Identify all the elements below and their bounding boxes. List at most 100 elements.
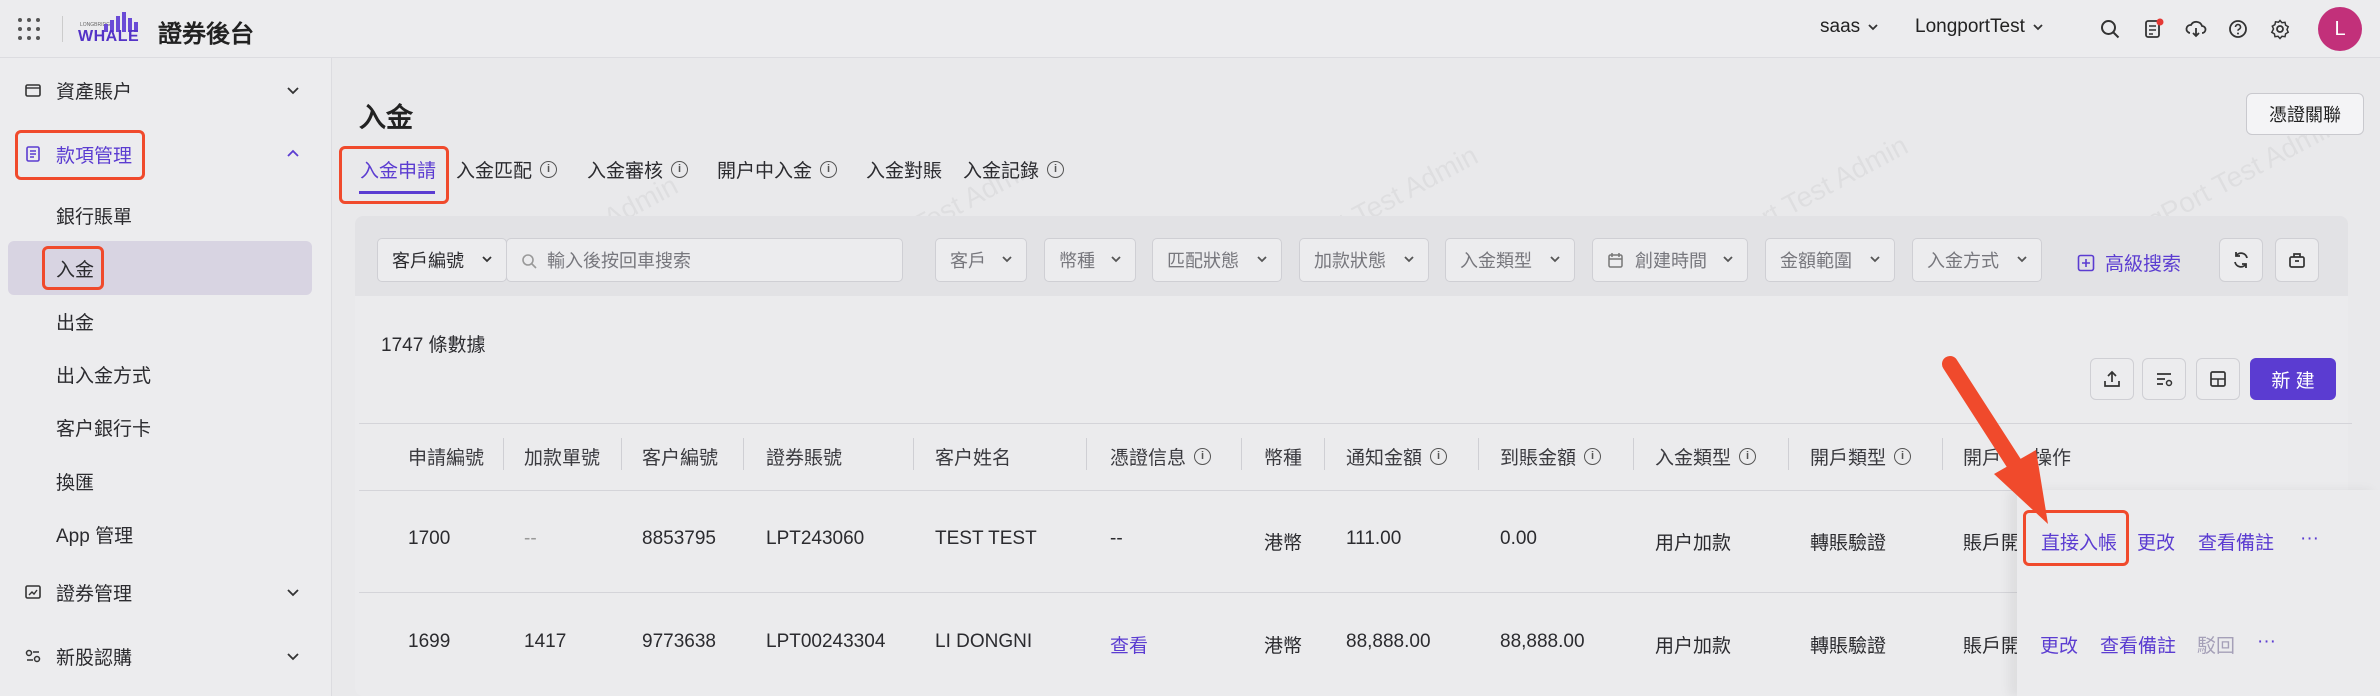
user-avatar[interactable]: L — [2318, 7, 2362, 51]
plus-square-icon — [2077, 254, 2095, 271]
column-separator — [1241, 438, 1242, 470]
info-icon: i — [1430, 448, 1448, 465]
refresh-button[interactable] — [2219, 238, 2263, 282]
settings-icon[interactable] — [2268, 17, 2292, 41]
env-select[interactable]: saas — [1820, 16, 1880, 38]
more-actions-button[interactable]: ··· — [2257, 631, 2276, 653]
filter-label: 金額範圍 — [1780, 251, 1852, 271]
info-icon: i — [820, 161, 838, 178]
column-settings-button[interactable] — [2142, 358, 2186, 400]
tab-deposit-match[interactable]: 入金匹配 i — [456, 156, 558, 183]
filter-match-status[interactable]: 匹配狀態 — [1152, 238, 1282, 282]
view-voucher-link[interactable]: 查看 — [1110, 631, 1148, 658]
calendar-icon — [1608, 253, 1623, 268]
view-notes-link[interactable]: 查看備註 — [2100, 631, 2176, 658]
filter-label: 創建時間 — [1635, 251, 1707, 271]
apps-grid-icon[interactable] — [18, 18, 40, 40]
more-actions-button[interactable]: ··· — [2300, 528, 2319, 550]
filter-label: 匹配狀態 — [1167, 251, 1239, 271]
cell-open-extra: 賬戶開 — [1963, 636, 2021, 657]
sidebar-item-fund-methods[interactable]: 出入金方式 — [56, 361, 151, 388]
cell-client-name: LI DONGNI — [935, 631, 1033, 652]
sidebar-group-assets[interactable]: 資產賬户 — [0, 64, 332, 116]
page-title: 入金 — [359, 103, 413, 133]
cell-client-no: 9773638 — [642, 631, 716, 652]
cell-fund-no: 1417 — [524, 631, 567, 652]
advanced-search-button[interactable]: 高級搜索 — [2077, 249, 2181, 276]
edit-link[interactable]: 更改 — [2040, 631, 2078, 658]
env-select-value: saas — [1820, 16, 1861, 37]
filter-deposit-method[interactable]: 入金方式 — [1912, 238, 2042, 282]
chevron-down-icon — [1002, 256, 1012, 263]
cell-currency: 港幣 — [1264, 533, 1303, 554]
clear-filters-button[interactable] — [2275, 238, 2319, 282]
filter-amount-range[interactable]: 金額範圍 — [1765, 238, 1895, 282]
info-icon: i — [1194, 448, 1212, 465]
filter-label: 客戶 — [950, 251, 986, 271]
sidebar-item-bank-statement[interactable]: 銀行賬單 — [56, 202, 132, 229]
filter-label: 入金方式 — [1927, 251, 1999, 271]
info-icon: i — [1047, 161, 1065, 178]
filter-client[interactable]: 客戶 — [935, 238, 1027, 282]
sidebar-item-exchange[interactable]: 換匯 — [56, 468, 94, 495]
sidebar-group-ipo[interactable]: 新股認購 — [0, 630, 332, 682]
reject-link[interactable]: 駁回 — [2197, 631, 2235, 658]
edit-link[interactable]: 更改 — [2137, 528, 2175, 555]
chevron-down-icon — [1870, 256, 1880, 263]
filter-deposit-type[interactable]: 入金類型 — [1445, 238, 1575, 282]
refresh-icon — [2234, 252, 2248, 268]
search-icon[interactable] — [2098, 17, 2122, 41]
chevron-down-icon — [482, 256, 492, 263]
filter-currency[interactable]: 幣種 — [1044, 238, 1136, 282]
view-notes-link[interactable]: 查看備註 — [2198, 528, 2274, 555]
highlight-box — [339, 146, 449, 204]
cell-notice-amount: 111.00 — [1346, 528, 1402, 549]
search-input[interactable]: 輸入後按回車搜索 — [506, 238, 903, 282]
filter-label: 加款狀態 — [1314, 251, 1386, 271]
divider — [62, 16, 63, 42]
tab-deposit-review[interactable]: 入金審核 i — [587, 156, 689, 183]
sidebar-item-app-management[interactable]: App 管理 — [56, 521, 133, 548]
cell-open-type: 轉賬驗證 — [1810, 533, 1887, 554]
col-header-currency: 幣種 — [1264, 448, 1303, 469]
new-button[interactable]: 新 建 — [2250, 358, 2336, 400]
sidebar-group-securities[interactable]: 證券管理 — [0, 566, 332, 618]
chevron-down-icon — [287, 87, 299, 95]
cell-application-no: 1700 — [408, 528, 451, 549]
tab-deposit-records[interactable]: 入金記錄 i — [963, 156, 1065, 183]
search-icon — [522, 254, 537, 269]
column-settings-icon — [2157, 373, 2173, 387]
col-header-arrived-amount: 到賬金額 i — [1500, 443, 1602, 470]
org-select[interactable]: LongportTest — [1915, 16, 2045, 38]
wallet-icon — [25, 84, 41, 97]
notification-doc-icon[interactable] — [2142, 17, 2166, 41]
whale-logo: LONGBRIDGE WHALE — [74, 10, 146, 46]
top-bar: LONGBRIDGE WHALE 證券後台 saas LongportTest … — [0, 0, 2380, 58]
sidebar-group-label: 資產賬户 — [56, 81, 133, 103]
cell-open-type: 轉賬驗證 — [1810, 636, 1887, 657]
chevron-down-icon — [1111, 256, 1121, 263]
col-header-client-name: 客户姓名 — [935, 448, 1012, 469]
field-select[interactable]: 客戶編號 — [377, 238, 507, 282]
sidebar-item-client-bank-cards[interactable]: 客户銀行卡 — [56, 414, 151, 441]
link-voucher-button[interactable]: 憑證關聯 — [2246, 93, 2364, 135]
filter-bar: 客戶編號 輸入後按回車搜索 客戶 幣種 匹配狀態 加款狀態 入金類型 創建時間 … — [355, 216, 2348, 296]
column-separator — [913, 438, 914, 470]
cell-account: LPT243060 — [766, 528, 865, 549]
cell-currency: 港幣 — [1264, 636, 1303, 657]
tab-deposit-reconcile[interactable]: 入金對賬 — [866, 156, 942, 183]
column-separator — [1324, 438, 1325, 470]
cell-account: LPT00243304 — [766, 631, 886, 652]
density-button[interactable] — [2196, 358, 2240, 400]
download-cloud-icon[interactable] — [2184, 17, 2208, 41]
filter-label: 幣種 — [1059, 251, 1095, 271]
info-icon: i — [540, 161, 558, 178]
sidebar-item-withdraw[interactable]: 出金 — [56, 308, 94, 335]
tab-deposit-during-opening[interactable]: 開户中入金 i — [717, 156, 838, 183]
filter-created-time[interactable]: 創建時間 — [1592, 238, 1748, 282]
table-layout-icon — [2210, 371, 2226, 387]
filter-credit-status[interactable]: 加款狀態 — [1299, 238, 1429, 282]
export-button[interactable] — [2090, 358, 2134, 400]
app-title: 證券後台 — [158, 21, 254, 48]
help-icon[interactable] — [2226, 17, 2250, 41]
